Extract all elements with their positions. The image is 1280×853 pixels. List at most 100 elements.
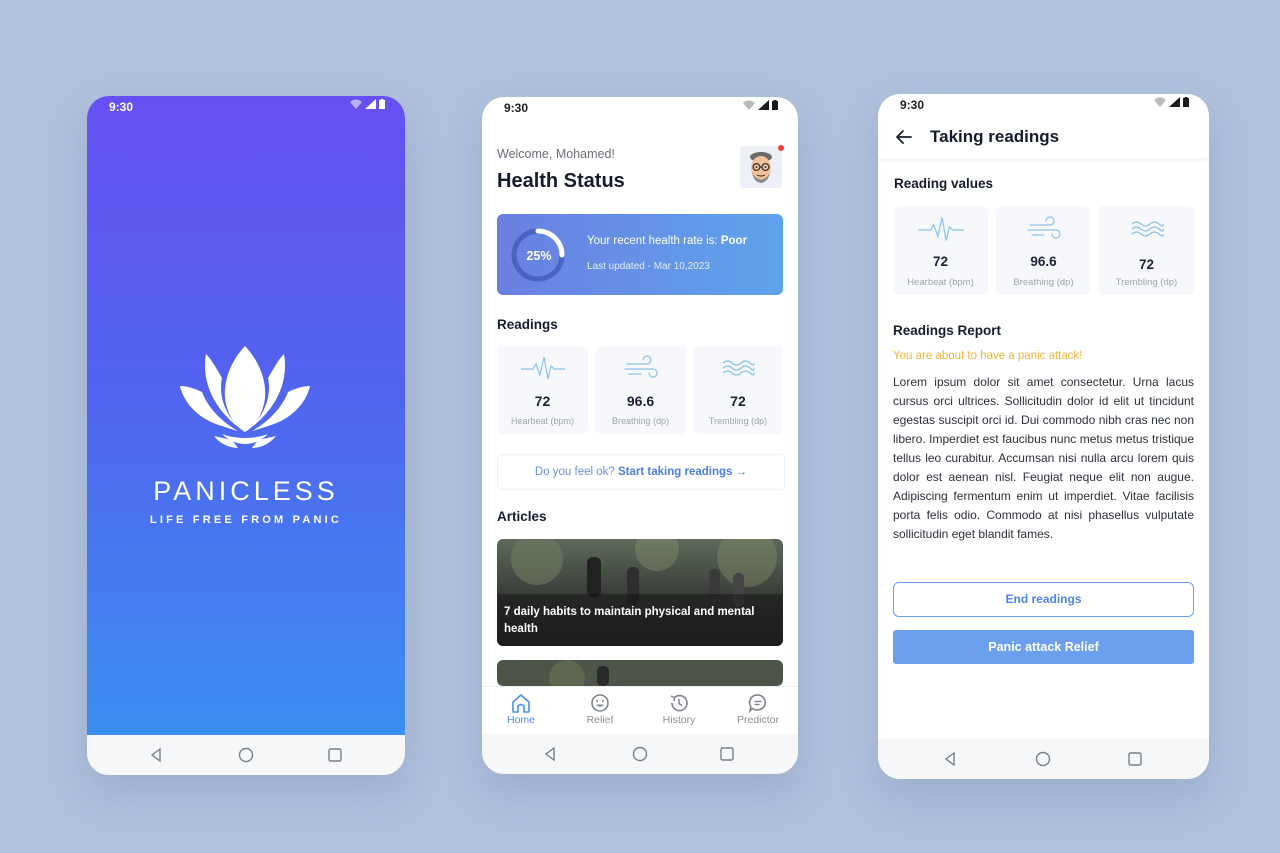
reading-value: 96.6 bbox=[626, 393, 655, 409]
reading-card-breathing[interactable]: 96.6 Breathing (dp) bbox=[996, 206, 1091, 295]
article-title: 7 daily habits to maintain physical and … bbox=[504, 606, 755, 635]
reading-label: Hearbeat (bpm) bbox=[510, 416, 575, 426]
home-phone: 9:30 Welcome, Mohamed! Health Status 25% bbox=[482, 97, 798, 774]
wifi-icon bbox=[743, 100, 755, 110]
status-time: 9:30 bbox=[900, 98, 925, 112]
splash-background: 9:30 PANICLESS LIFE FREE FROM PANIC bbox=[87, 96, 405, 735]
back-nav-icon[interactable] bbox=[942, 750, 960, 768]
tab-label: History bbox=[662, 714, 696, 726]
memoji-avatar-icon bbox=[750, 152, 772, 183]
signal-icon bbox=[365, 99, 376, 109]
bottom-tab-bar: Home Relief History Predictor bbox=[482, 686, 798, 735]
app-brand-name: PANICLESS bbox=[153, 476, 339, 506]
wind-icon bbox=[623, 355, 658, 378]
android-nav-bar bbox=[87, 735, 405, 775]
signal-icon bbox=[1169, 97, 1180, 107]
page-title: Taking readings bbox=[930, 127, 1060, 146]
recents-nav-icon[interactable] bbox=[1126, 750, 1144, 768]
app-top-bar: Taking readings bbox=[878, 118, 1209, 158]
android-nav-bar bbox=[878, 739, 1209, 779]
reading-label: Trembling (dp) bbox=[1115, 277, 1178, 288]
reading-card-trembling[interactable]: 72 Trembling (dp) bbox=[693, 346, 783, 434]
status-icons bbox=[350, 99, 385, 109]
articles-section-title: Articles bbox=[497, 509, 547, 524]
article-card[interactable]: 7 daily habits to maintain physical and … bbox=[497, 539, 783, 646]
battery-icon bbox=[379, 99, 385, 109]
recents-nav-icon[interactable] bbox=[326, 746, 344, 764]
reading-card-heartbeat[interactable]: 72 Hearbeat (bpm) bbox=[893, 206, 988, 295]
reading-card-heartbeat[interactable]: 72 Hearbeat (bpm) bbox=[497, 346, 588, 434]
recents-nav-icon[interactable] bbox=[718, 745, 736, 763]
article-card[interactable] bbox=[497, 660, 783, 686]
reading-label: Hearbeat (bpm) bbox=[907, 277, 974, 288]
home-icon bbox=[512, 694, 530, 713]
back-nav-icon[interactable] bbox=[542, 745, 560, 763]
prompt-link: Start taking readings bbox=[618, 466, 733, 478]
wifi-icon bbox=[1154, 97, 1166, 107]
health-rate-label: Your recent health rate is: bbox=[587, 235, 718, 247]
wifi-icon bbox=[350, 99, 362, 109]
tab-relief[interactable]: Relief bbox=[565, 691, 635, 726]
tab-label: Relief bbox=[586, 714, 614, 726]
panic-warning-text: You are about to have a panic attack! bbox=[893, 350, 1083, 362]
wind-icon bbox=[1026, 216, 1061, 239]
history-icon bbox=[670, 694, 688, 712]
readings-phone: 9:30 Taking readings Reading values 72 H… bbox=[878, 94, 1209, 779]
battery-icon bbox=[1183, 97, 1189, 107]
reading-value: 72 bbox=[534, 393, 551, 409]
status-icons bbox=[1154, 97, 1189, 107]
readings-report-title: Readings Report bbox=[893, 323, 1002, 338]
article-image bbox=[497, 660, 783, 686]
reading-value: 72 bbox=[1138, 257, 1155, 272]
welcome-text: Welcome, Mohamed! bbox=[497, 147, 615, 161]
heartbeat-icon bbox=[917, 217, 964, 241]
tab-label: Predictor bbox=[736, 714, 779, 726]
reading-label: Breathing (dp) bbox=[611, 416, 670, 426]
back-nav-icon[interactable] bbox=[148, 746, 166, 764]
home-nav-icon[interactable] bbox=[631, 745, 649, 763]
health-percent: 25% bbox=[526, 249, 552, 263]
battery-icon bbox=[772, 100, 778, 110]
back-arrow-icon[interactable] bbox=[895, 129, 913, 145]
health-rate-value: Poor bbox=[720, 235, 748, 247]
status-bar: 9:30 bbox=[482, 97, 798, 121]
status-bar: 9:30 bbox=[87, 96, 405, 120]
tab-label: Home bbox=[506, 714, 535, 726]
heartbeat-icon bbox=[520, 356, 565, 380]
signal-icon bbox=[758, 100, 769, 110]
splash-phone: 9:30 PANICLESS LIFE FREE FROM PANIC bbox=[87, 96, 405, 775]
start-readings-link[interactable]: Do you feel ok? Start taking readings → bbox=[497, 454, 785, 490]
notification-dot bbox=[778, 145, 784, 151]
page-title: Health Status bbox=[497, 170, 625, 192]
reading-label: Trembling (dp) bbox=[708, 416, 768, 426]
panic-relief-button[interactable]: Panic attack Relief bbox=[893, 630, 1194, 664]
app-tagline: LIFE FREE FROM PANIC bbox=[149, 514, 343, 526]
reading-card-trembling[interactable]: 72 Trembling (dp) bbox=[1099, 206, 1194, 295]
home-nav-icon[interactable] bbox=[237, 746, 255, 764]
health-rate-text: Your recent health rate is: Poor bbox=[587, 235, 747, 247]
waves-icon bbox=[722, 360, 755, 376]
reading-value: 72 bbox=[730, 393, 746, 409]
tab-predictor[interactable]: Predictor bbox=[723, 691, 793, 726]
status-time: 9:30 bbox=[109, 100, 134, 114]
tab-history[interactable]: History bbox=[644, 691, 714, 726]
last-updated-text: Last updated - Mar 10,2023 bbox=[587, 261, 710, 272]
home-nav-icon[interactable] bbox=[1034, 750, 1052, 768]
status-time: 9:30 bbox=[504, 101, 529, 115]
readings-section-title: Readings bbox=[497, 317, 558, 332]
prompt-question: Do you feel ok? bbox=[534, 466, 615, 478]
arrow-right-icon: → bbox=[735, 466, 748, 478]
avatar[interactable] bbox=[740, 145, 784, 188]
reading-label: Breathing (dp) bbox=[1013, 277, 1074, 288]
chat-icon bbox=[748, 694, 767, 713]
reading-card-breathing[interactable]: 96.6 Breathing (dp) bbox=[595, 346, 686, 434]
tab-home[interactable]: Home bbox=[486, 691, 556, 726]
android-nav-bar bbox=[482, 734, 798, 774]
reading-value: 96.6 bbox=[1030, 254, 1057, 269]
waves-icon bbox=[1131, 221, 1164, 237]
end-readings-button[interactable]: End readings bbox=[893, 582, 1194, 617]
status-bar: 9:30 bbox=[878, 94, 1209, 118]
status-icons bbox=[743, 100, 778, 110]
reading-value: 72 bbox=[932, 254, 949, 269]
health-status-card[interactable]: 25% Your recent health rate is: Poor Las… bbox=[497, 214, 783, 295]
